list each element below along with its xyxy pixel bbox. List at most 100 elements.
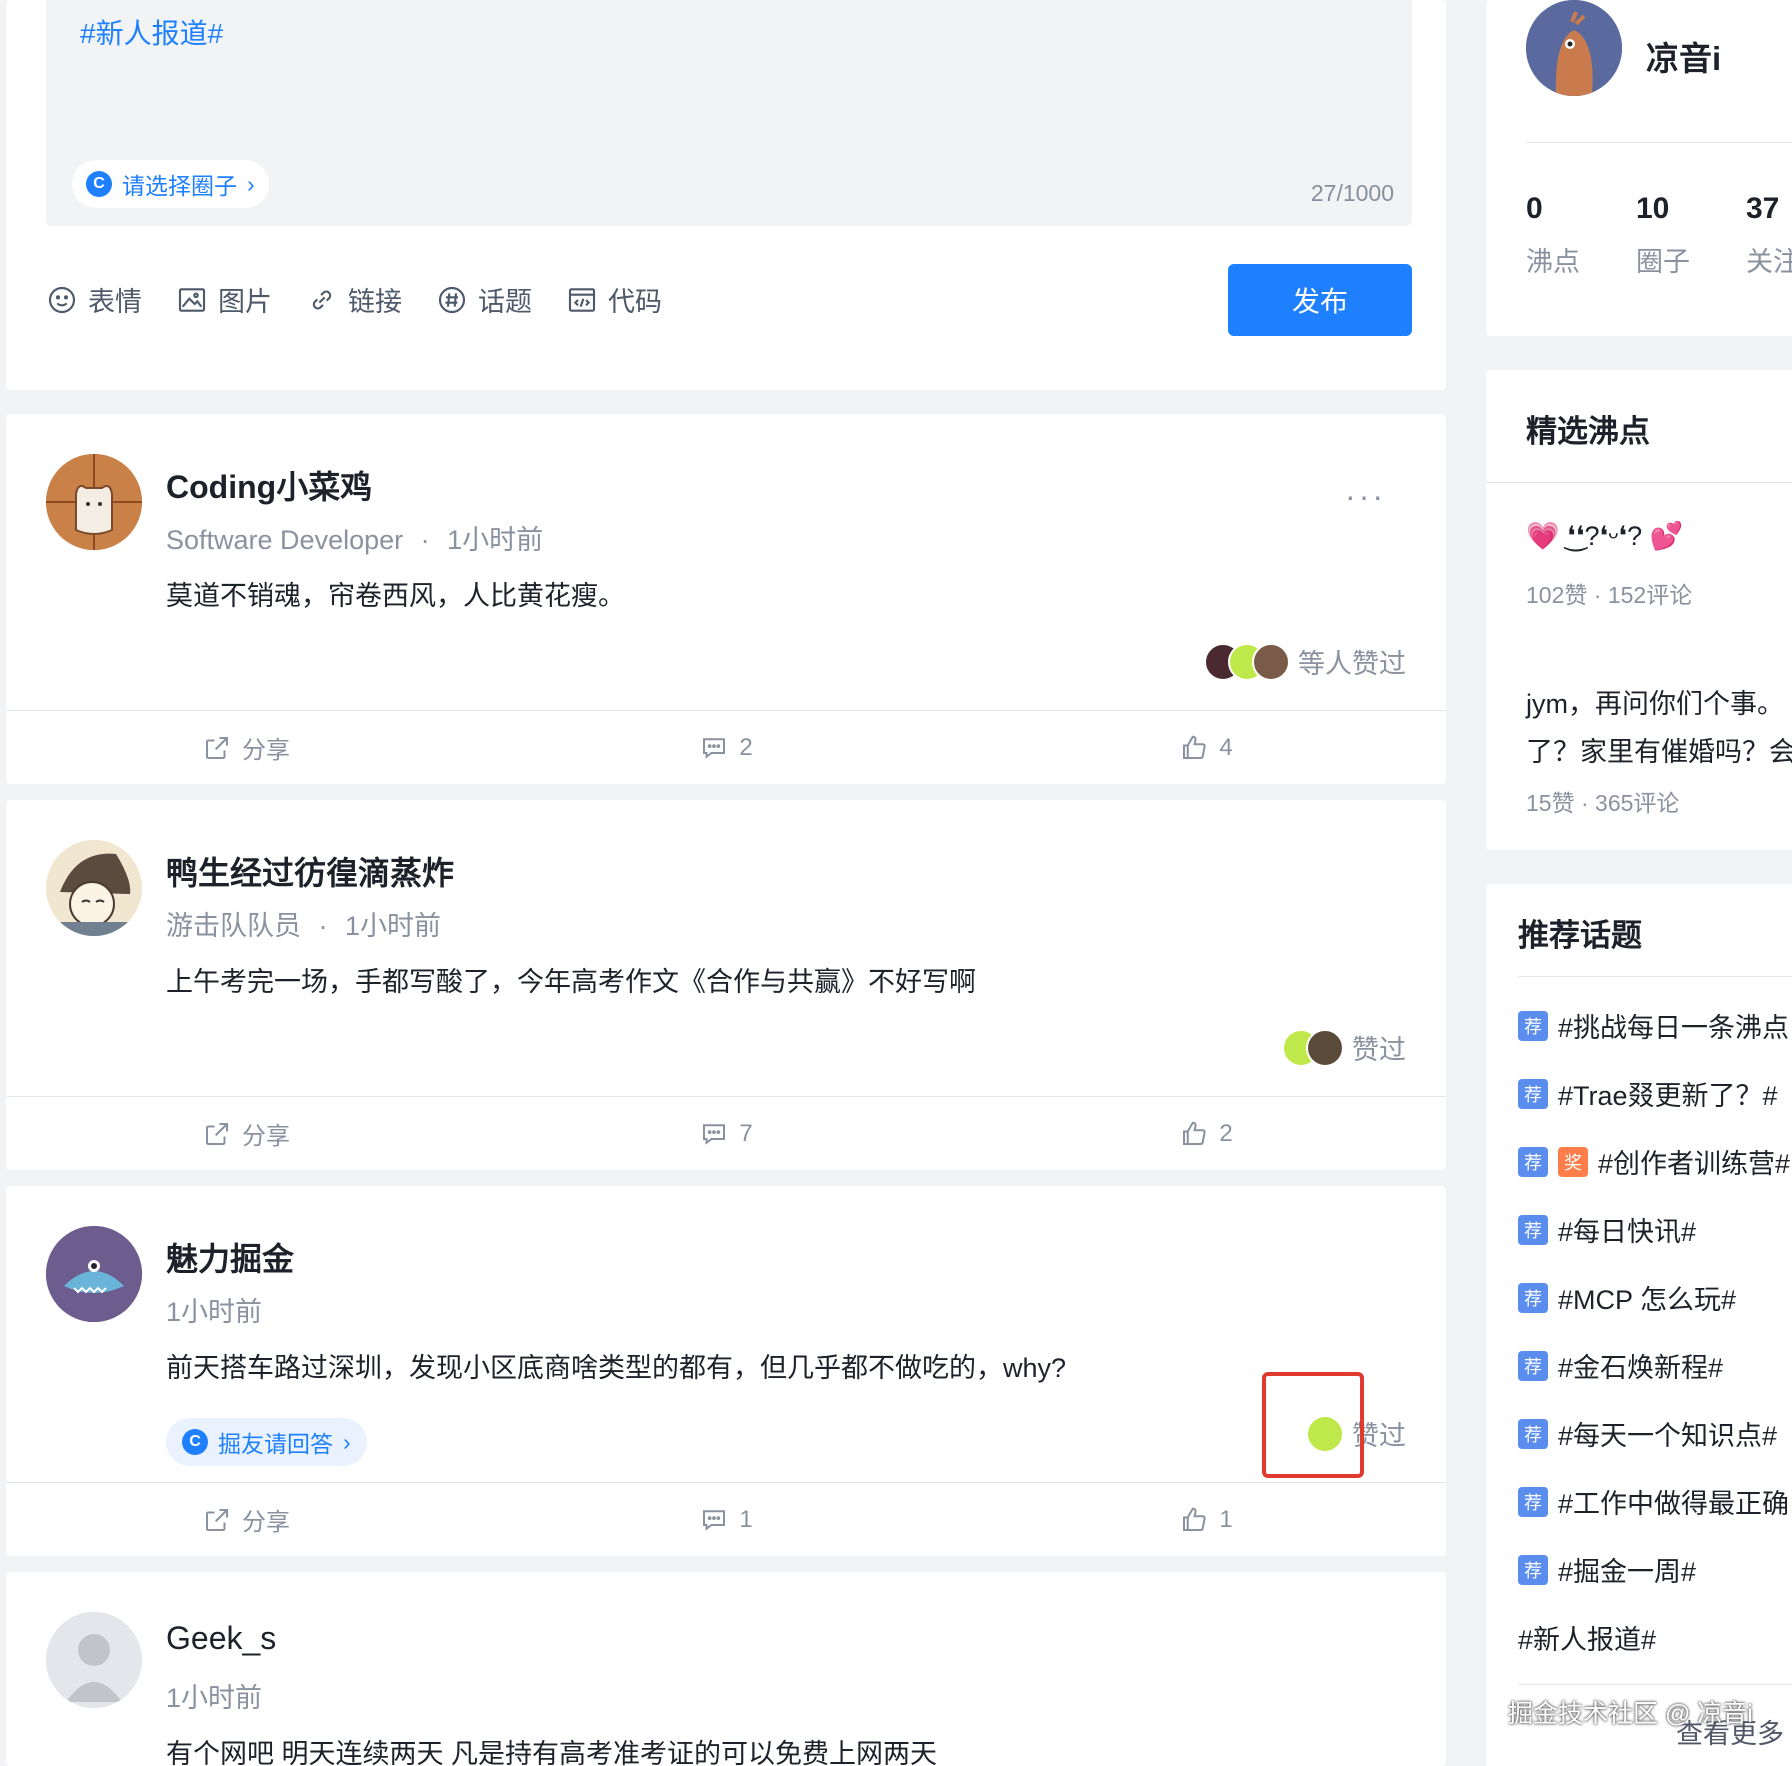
stat-value: 37 [1746,192,1780,225]
profile-name[interactable]: 凉音i [1646,32,1721,80]
publish-button[interactable]: 发布 [1228,264,1412,336]
meta-separator: · [420,525,430,555]
image-button[interactable]: 图片 [176,280,272,319]
like-button[interactable]: 2 [966,1097,1446,1170]
recommend-badge: 荐 [1518,1078,1548,1109]
comment-button[interactable]: 1 [486,1483,966,1556]
topic-label: #每天一个知识点# [1558,1421,1778,1451]
topic-label: #每日快讯# [1558,1217,1697,1247]
image-icon [178,287,206,312]
stat-circles[interactable]: 10 圈子 [1636,192,1690,279]
like-button[interactable]: 4 [966,711,1446,784]
post-username[interactable]: 魅力掘金 [166,1234,294,1280]
topic-item[interactable]: 荐 #MCP 怎么玩# [1518,1278,1736,1317]
post-username[interactable]: 鸭生经过彷徨滴蒸炸 [166,848,454,894]
more-options-icon[interactable]: ··· [1345,478,1386,515]
divider [1518,1684,1792,1685]
like-count: 4 [1219,733,1233,761]
share-button[interactable]: 分享 [6,1483,486,1556]
topic-item[interactable]: 荐 #每日快讯# [1518,1210,1696,1249]
topic-item[interactable]: 荐 #工作中做得最正确 [1518,1482,1789,1521]
featured-item-text-cont[interactable]: 了？家里有催婚吗？会 [1526,730,1792,769]
post-username[interactable]: Coding小菜鸡 [166,462,372,508]
post-content[interactable]: 有个网吧 明天连续两天 凡是持有高考准考证的可以免费上网两天 [166,1732,937,1766]
comment-icon [703,1123,726,1145]
topic-item[interactable]: 荐 #金石焕新程# [1518,1346,1723,1385]
section-title: 精选沸点 [1526,414,1650,449]
post-content[interactable]: 莫道不销魂，帘卷西风，人比黄花瘦。 [166,574,625,613]
avatar[interactable] [46,1612,142,1708]
share-button[interactable]: 分享 [6,1097,486,1170]
recommended-topics-card: 推荐话题 荐 #挑战每日一条沸点 荐 #Trae叕更新了？# 荐 奖 #创作者训… [1486,884,1792,1766]
circle-tag-button[interactable]: C 掘友请回答 › [166,1418,367,1466]
featured-item-text[interactable]: jym，再问你们个事。 [1526,682,1784,721]
comment-button[interactable]: 7 [486,1097,966,1170]
divider [1518,976,1792,977]
editor-topic-tag[interactable]: #新人报道# [80,12,223,52]
topic-button[interactable]: 话题 [436,280,532,319]
share-label: 分享 [242,737,290,764]
recommend-badge: 荐 [1518,1350,1548,1381]
stat-pins[interactable]: 0 沸点 [1526,192,1580,279]
code-label: 代码 [608,287,662,317]
topic-item[interactable]: 荐 #掘金一周# [1518,1550,1696,1589]
profile-card: 凉音i 0 沸点 10 圈子 37 关注 [1486,0,1792,336]
post-actions: 分享 1 1 [6,1482,1446,1556]
editor-textarea[interactable]: #新人报道# C 请选择圈子 › 27/1000 [46,0,1412,226]
avatar[interactable] [1526,0,1622,96]
topic-item[interactable]: #新人报道# [1518,1618,1656,1657]
recommend-badge: 荐 [1518,1146,1548,1177]
liker-avatar [1252,642,1290,681]
topic-item[interactable]: 荐 #每天一个知识点# [1518,1414,1777,1453]
post-meta: Software Developer · 1小时前 [166,518,543,557]
post-editor: #新人报道# C 请选择圈子 › 27/1000 表情 图片 链接 话题 代码 … [6,0,1446,390]
image-label: 图片 [218,287,272,317]
recommend-badge: 荐 [1518,1010,1548,1041]
liked-by-label: 等人赞过 [1298,649,1406,679]
comment-button[interactable]: 2 [486,711,966,784]
comment-count: 7 [739,1119,753,1147]
liked-by[interactable]: 赞过 [1282,1028,1406,1067]
comment-count: 1 [739,1505,753,1533]
topic-item[interactable]: 荐 #挑战每日一条沸点 [1518,1006,1789,1045]
featured-item-text[interactable]: 💗 ❛͜❛?❛ᵕ❛? 💕 [1526,520,1683,552]
circle-icon: C [86,171,112,197]
share-icon [206,1122,228,1145]
code-button[interactable]: 代码 [566,280,662,319]
comment-icon [703,1509,726,1531]
like-count: 1 [1219,1505,1233,1533]
post-card: Coding小菜鸡 Software Developer · 1小时前 ··· … [6,414,1446,784]
liker-avatars [1204,642,1290,681]
topic-item[interactable]: 荐 奖 #创作者训练营# [1518,1142,1790,1181]
topic-label: #掘金一周# [1558,1557,1697,1587]
topic-item[interactable]: 荐 #Trae叕更新了？# [1518,1074,1778,1113]
topic-label: #Trae叕更新了？# [1558,1081,1778,1111]
smile-icon [48,286,76,313]
like-button[interactable]: 1 [966,1483,1446,1556]
comment-count: 2 [739,733,753,761]
stat-following[interactable]: 37 关注 [1746,192,1792,279]
thumbs-up-icon [1183,735,1206,759]
divider [1486,482,1792,483]
chevron-right-icon: › [247,170,255,197]
watermark: 掘金技术社区 @ 凉音i [1508,1700,1753,1728]
share-button[interactable]: 分享 [6,711,486,784]
share-icon [206,736,228,759]
select-circle-button[interactable]: C 请选择圈子 › [72,160,269,208]
link-button[interactable]: 链接 [306,280,402,319]
liked-by[interactable]: 等人赞过 [1204,642,1406,681]
post-content[interactable]: 前天搭车路过深圳，发现小区底商啥类型的都有，但几乎都不做吃的，why? [166,1346,1066,1385]
avatar[interactable] [46,840,142,936]
post-card: 鸭生经过彷徨滴蒸炸 游击队队员 · 1小时前 上午考完一场，手都写酸了，今年高考… [6,800,1446,1170]
section-title: 推荐话题 [1518,918,1642,953]
chevron-right-icon: › [343,1428,351,1455]
post-username[interactable]: Geek_s [166,1620,276,1657]
featured-item-meta: 102赞 · 152评论 [1526,582,1693,608]
emoji-button[interactable]: 表情 [46,280,142,319]
avatar[interactable] [46,454,142,550]
avatar[interactable] [46,1226,142,1322]
post-content[interactable]: 上午考完一场，手都写酸了，今年高考作文《合作与共赢》不好写啊 [166,960,976,999]
post-card: 魅力掘金 1小时前 前天搭车路过深圳，发现小区底商啥类型的都有，但几乎都不做吃的… [6,1186,1446,1556]
highlight-annotation [1262,1372,1364,1478]
recommend-badge: 荐 [1518,1554,1548,1585]
